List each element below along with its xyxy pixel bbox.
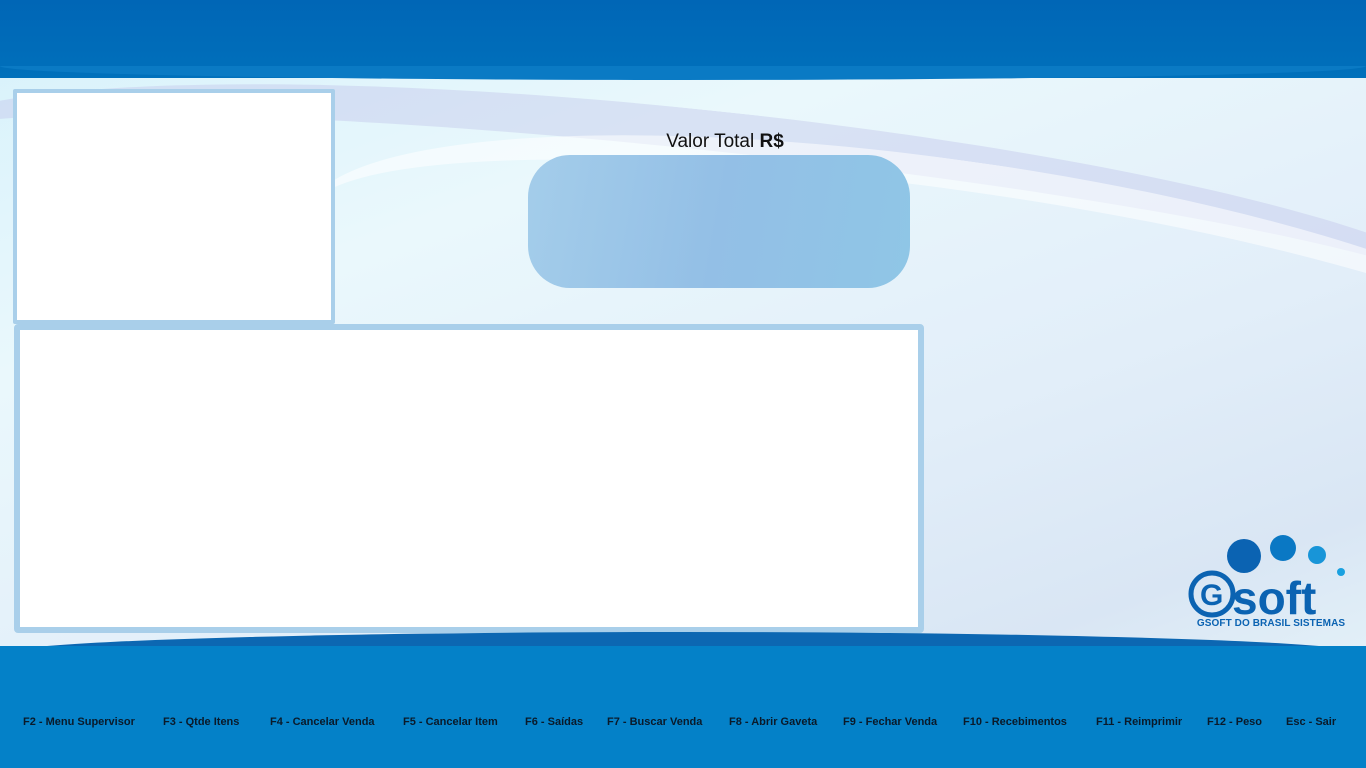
- svg-text:soft: soft: [1232, 572, 1316, 624]
- shortcut-f8-abrir-gaveta[interactable]: F8 - Abrir Gaveta: [729, 716, 817, 728]
- sale-items-panel[interactable]: [14, 324, 924, 633]
- shortcut-bar: F2 - Menu Supervisor F3 - Qtde Itens F4 …: [0, 716, 1366, 734]
- shortcut-f12-peso[interactable]: F12 - Peso: [1207, 716, 1262, 728]
- total-label: Valor Total R$: [528, 131, 922, 153]
- shortcut-f9-fechar-venda[interactable]: F9 - Fechar Venda: [843, 716, 937, 728]
- svg-text:G: G: [1200, 579, 1223, 612]
- shortcut-f3-qtde-itens[interactable]: F3 - Qtde Itens: [163, 716, 239, 728]
- product-image-panel: [13, 89, 335, 324]
- shortcut-f11-reimprimir[interactable]: F11 - Reimprimir: [1096, 716, 1182, 728]
- total-value-box: [528, 155, 910, 288]
- gsoft-logo: G soft: [1188, 535, 1345, 624]
- total-label-text: Valor Total: [666, 131, 755, 152]
- logo-subtitle: GSOFT DO BRASIL SISTEMAS: [1196, 618, 1346, 629]
- footer-bar: [0, 646, 1366, 768]
- shortcut-f4-cancelar-venda[interactable]: F4 - Cancelar Venda: [270, 716, 375, 728]
- shortcut-f2-menu-supervisor[interactable]: F2 - Menu Supervisor: [23, 716, 135, 728]
- shortcut-f10-recebimentos[interactable]: F10 - Recebimentos: [963, 716, 1067, 728]
- shortcut-f7-buscar-venda[interactable]: F7 - Buscar Venda: [607, 716, 702, 728]
- shortcut-f6-saidas[interactable]: F6 - Saídas: [525, 716, 583, 728]
- shortcut-esc-sair[interactable]: Esc - Sair: [1286, 716, 1336, 728]
- shortcut-f5-cancelar-item[interactable]: F5 - Cancelar Item: [403, 716, 498, 728]
- total-currency: R$: [759, 131, 784, 152]
